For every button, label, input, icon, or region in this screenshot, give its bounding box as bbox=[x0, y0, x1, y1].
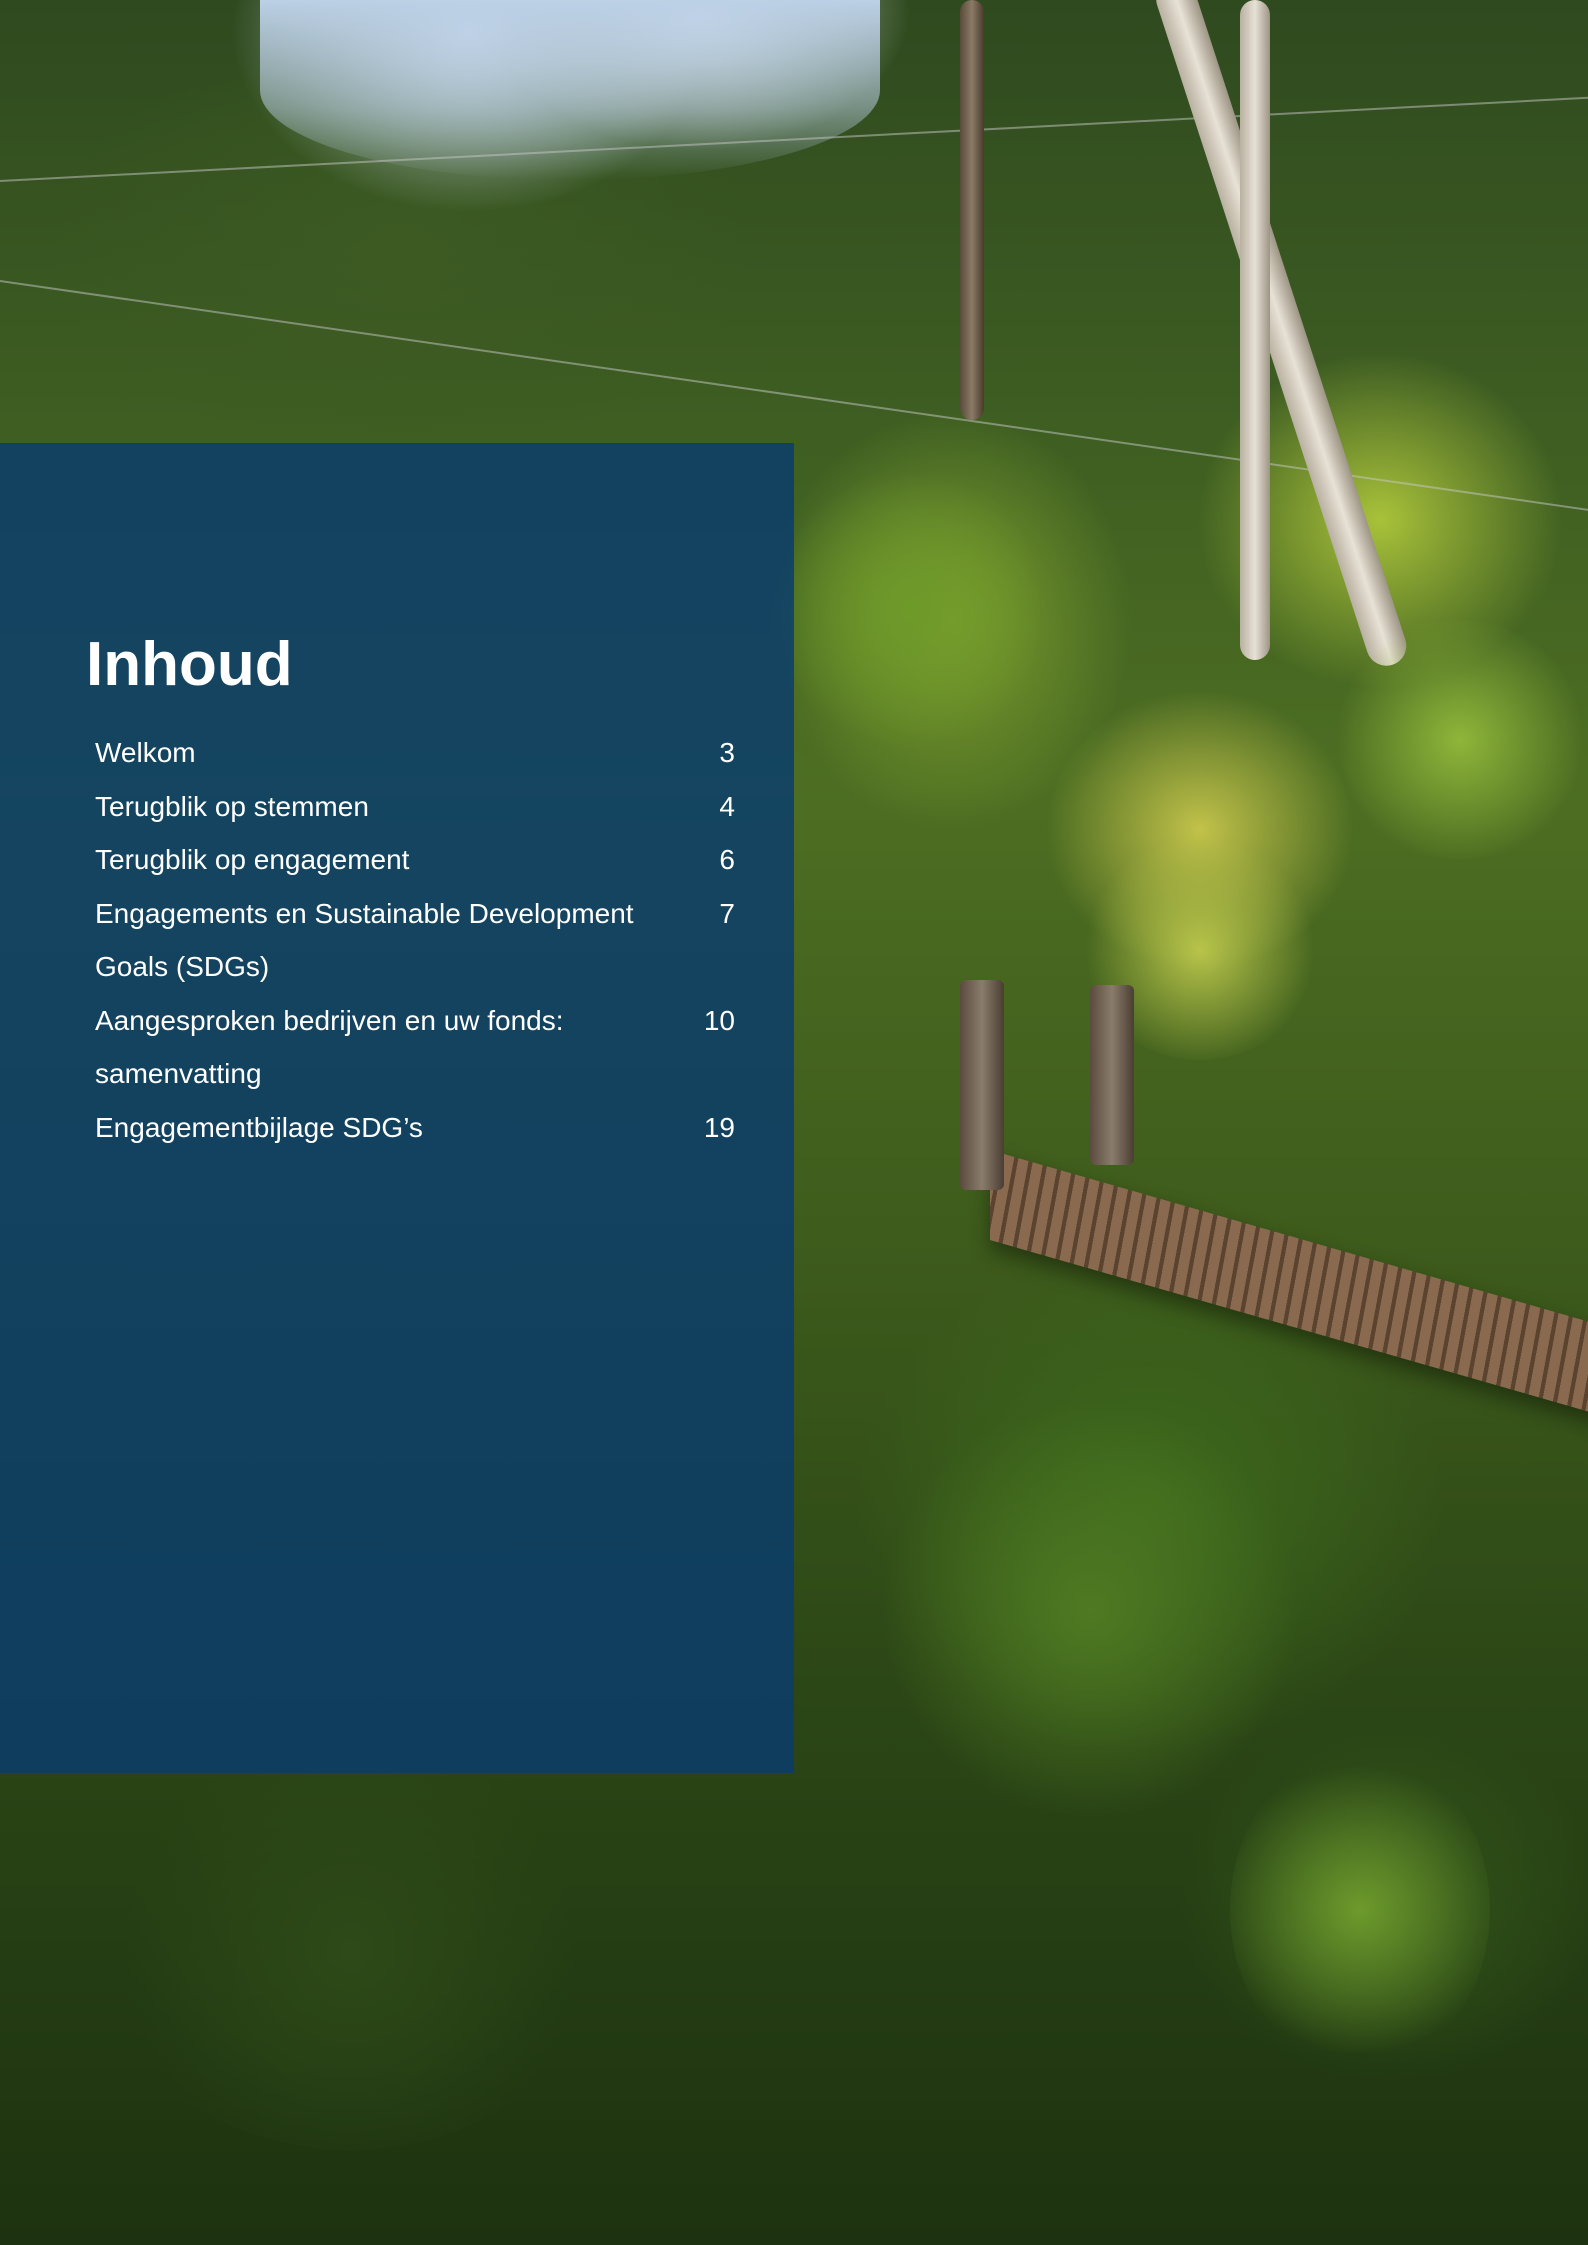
toc-entry-label: Engagementbijlage SDG’s bbox=[95, 1111, 423, 1143]
toc-entry-page: 4 bbox=[719, 790, 735, 822]
toc-entry[interactable]: Welkom 3 bbox=[95, 726, 735, 780]
toc-entry[interactable]: Engagementbijlage SDG’s 19 bbox=[95, 1101, 735, 1155]
foliage bbox=[1330, 620, 1588, 860]
bridge-post bbox=[1090, 985, 1134, 1165]
foliage bbox=[100, 1750, 600, 2150]
toc-entry[interactable]: Engagements en Sustainable Development G… bbox=[95, 887, 735, 994]
toc-entry-label: Aangesproken bedrijven en uw fonds: same… bbox=[95, 1004, 564, 1090]
toc-entry[interactable]: Terugblik op stemmen 4 bbox=[95, 780, 735, 834]
table-of-contents: Welkom 3 Terugblik op stemmen 4 Terugbli… bbox=[95, 726, 735, 1154]
bridge-post bbox=[960, 980, 1004, 1190]
toc-entry-page: 19 bbox=[703, 1111, 735, 1143]
toc-entry[interactable]: Aangesproken bedrijven en uw fonds: same… bbox=[95, 994, 735, 1101]
tree-trunk bbox=[1240, 0, 1270, 660]
toc-entry-label: Terugblik op stemmen bbox=[95, 790, 369, 822]
foliage bbox=[1230, 1750, 1490, 2070]
tree-trunk bbox=[960, 0, 984, 420]
toc-entry-label: Engagements en Sustainable Development G… bbox=[95, 897, 634, 983]
toc-entry-page: 3 bbox=[719, 737, 735, 768]
toc-entry-page: 10 bbox=[703, 1004, 735, 1036]
toc-entry-page: 7 bbox=[719, 897, 735, 929]
foliage bbox=[780, 460, 1040, 760]
toc-entry-label: Welkom bbox=[95, 737, 196, 768]
toc-title: Inhoud bbox=[86, 630, 293, 699]
toc-entry[interactable]: Terugblik op engagement 6 bbox=[95, 833, 735, 887]
toc-entry-label: Terugblik op engagement bbox=[95, 844, 410, 875]
toc-entry-page: 6 bbox=[719, 844, 735, 875]
tree-trunk bbox=[1150, 0, 1412, 671]
sky bbox=[260, 0, 880, 180]
foliage bbox=[880, 1400, 1300, 1820]
suspension-bridge bbox=[990, 1150, 1588, 1424]
